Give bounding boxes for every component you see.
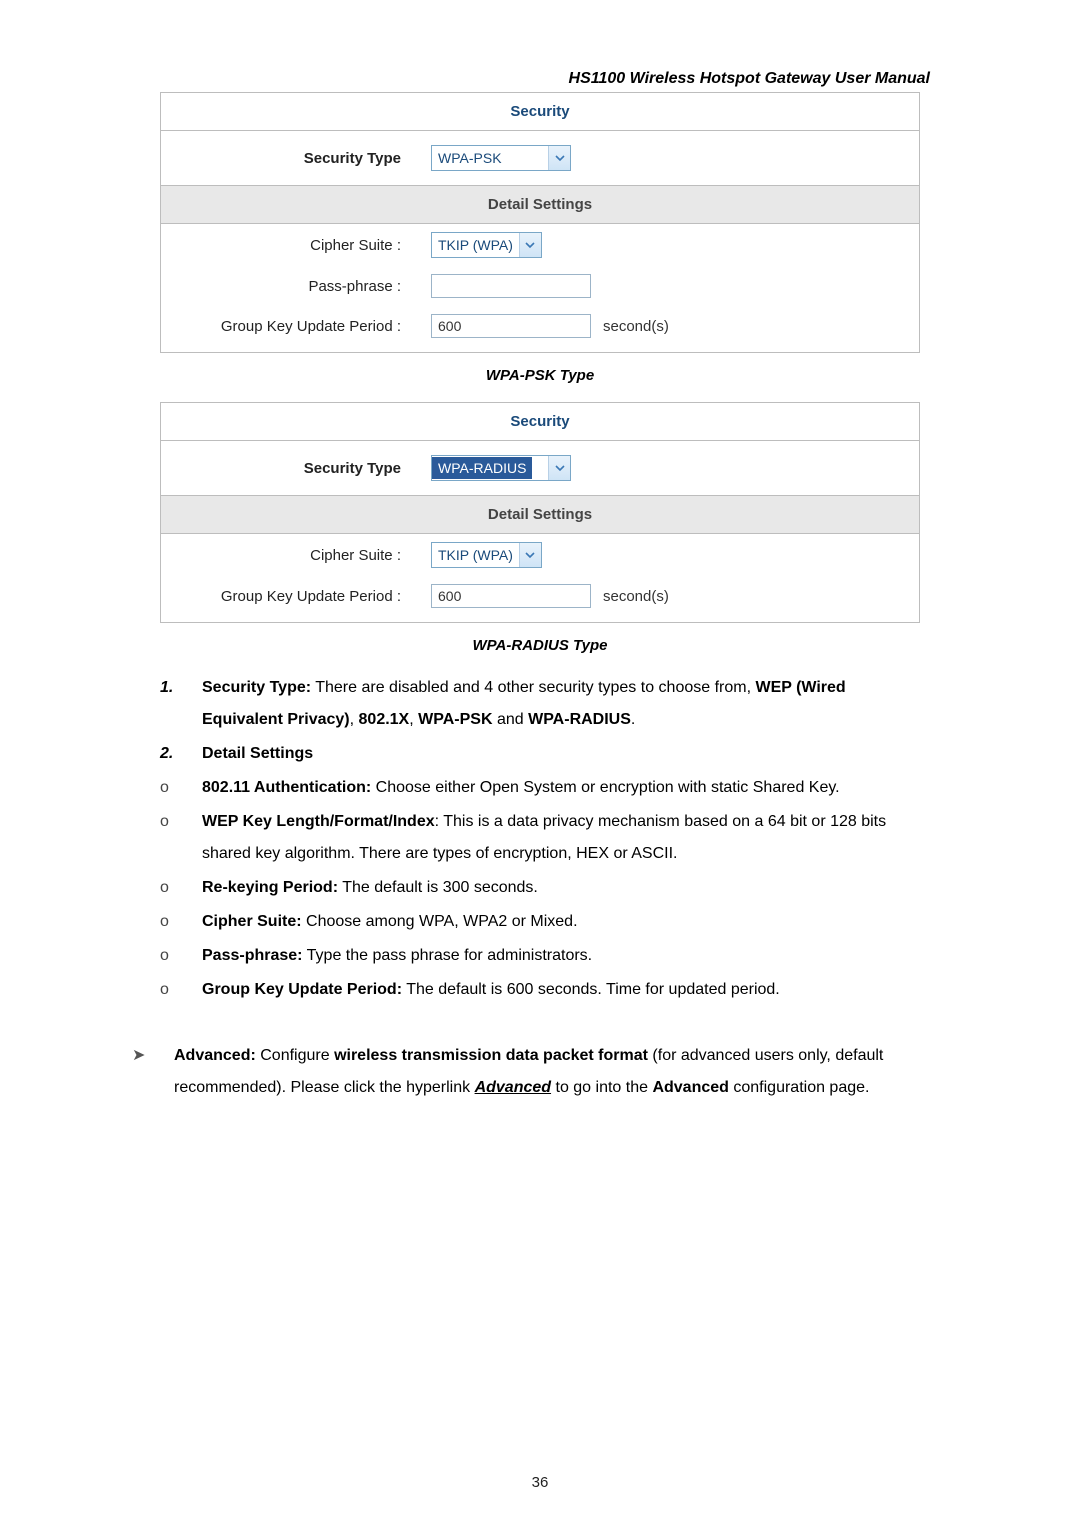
passphrase-row: Pass-phrase : xyxy=(161,266,919,306)
page-number: 36 xyxy=(0,1474,1080,1491)
term: Security Type: xyxy=(202,679,311,696)
term: Re-keying Period: xyxy=(202,879,338,896)
gkup-label: Group Key Update Period : xyxy=(171,588,431,605)
cipher-suite-value: TKIP (WPA) xyxy=(432,237,519,253)
arrow-icon: ➤ xyxy=(132,1040,156,1104)
text: The default is 600 seconds. Time for upd… xyxy=(402,981,780,998)
list-marker: 1. xyxy=(160,672,184,736)
gkup-input[interactable] xyxy=(431,584,591,608)
bullet-marker: o xyxy=(160,872,184,904)
caption-wparadius: WPA-RADIUS Type xyxy=(120,637,960,654)
list-item: o WEP Key Length/Format/Index: This is a… xyxy=(160,806,920,870)
text: Choose either Open System or encryption … xyxy=(371,779,839,796)
text: configuration page. xyxy=(729,1079,870,1096)
security-panel-wpapsk: Security Security Type WPA-PSK Detail Se… xyxy=(160,92,920,353)
list-item: o Pass-phrase: Type the pass phrase for … xyxy=(160,940,920,972)
term: 802.11 Authentication: xyxy=(202,779,371,796)
gkup-label: Group Key Update Period : xyxy=(171,318,431,335)
detail-settings-header: Detail Settings xyxy=(161,186,919,224)
cipher-suite-label: Cipher Suite : xyxy=(171,237,431,254)
text: Type the pass phrase for administrators. xyxy=(303,947,593,964)
cipher-suite-row: Cipher Suite : TKIP (WPA) xyxy=(161,534,919,576)
security-header: Security xyxy=(161,93,919,131)
text: Choose among WPA, WPA2 or Mixed. xyxy=(302,913,578,930)
text: to go into the xyxy=(551,1079,652,1096)
term: Pass-phrase: xyxy=(202,947,303,964)
list-item: 2. Detail Settings xyxy=(160,738,920,770)
passphrase-input[interactable] xyxy=(431,274,591,298)
gkup-row: Group Key Update Period : second(s) xyxy=(161,576,919,622)
term: Advanced xyxy=(652,1079,728,1096)
bullet-marker: o xyxy=(160,906,184,938)
cipher-suite-label: Cipher Suite : xyxy=(171,547,431,564)
security-type-label: Security Type xyxy=(171,150,431,167)
chevron-down-icon[interactable] xyxy=(519,543,541,567)
cipher-suite-value: TKIP (WPA) xyxy=(432,547,519,563)
bullet-marker: o xyxy=(160,940,184,972)
term: Advanced: xyxy=(174,1047,256,1064)
term: Cipher Suite: xyxy=(202,913,302,930)
list-item: o Cipher Suite: Choose among WPA, WPA2 o… xyxy=(160,906,920,938)
gkup-row: Group Key Update Period : second(s) xyxy=(161,306,919,352)
text: The default is 300 seconds. xyxy=(338,879,538,896)
text: Configure xyxy=(256,1047,334,1064)
bullet-marker: o xyxy=(160,772,184,804)
chevron-down-icon[interactable] xyxy=(548,146,570,170)
bullet-marker: o xyxy=(160,806,184,870)
security-type-row: Security Type WPA-PSK xyxy=(161,131,919,186)
chevron-down-icon[interactable] xyxy=(548,456,570,480)
manual-header: HS1100 Wireless Hotspot Gateway User Man… xyxy=(120,70,960,88)
text: and xyxy=(493,711,529,728)
body-text: 1. Security Type: There are disabled and… xyxy=(160,672,920,1104)
gkup-unit: second(s) xyxy=(603,588,669,605)
bullet-marker: o xyxy=(160,974,184,1006)
security-type-value: WPA-RADIUS xyxy=(432,457,532,479)
gkup-unit: second(s) xyxy=(603,318,669,335)
term: wireless transmission data packet format xyxy=(334,1047,648,1064)
list-item-advanced: ➤ Advanced: Configure wireless transmiss… xyxy=(132,1040,920,1104)
security-panel-wparadius: Security Security Type WPA-RADIUS Detail… xyxy=(160,402,920,623)
term: Group Key Update Period: xyxy=(202,981,402,998)
list-item: o Re-keying Period: The default is 300 s… xyxy=(160,872,920,904)
cipher-suite-row: Cipher Suite : TKIP (WPA) xyxy=(161,224,919,266)
passphrase-label: Pass-phrase : xyxy=(171,278,431,295)
gkup-input[interactable] xyxy=(431,314,591,338)
list-item: o 802.11 Authentication: Choose either O… xyxy=(160,772,920,804)
list-item: o Group Key Update Period: The default i… xyxy=(160,974,920,1006)
cipher-suite-select[interactable]: TKIP (WPA) xyxy=(431,542,542,568)
security-header: Security xyxy=(161,403,919,441)
detail-settings-header: Detail Settings xyxy=(161,496,919,534)
term: WPA-PSK xyxy=(418,711,492,728)
text: , xyxy=(350,711,359,728)
advanced-link[interactable]: Advanced xyxy=(475,1079,551,1096)
security-type-value: WPA-PSK xyxy=(432,150,508,166)
term: WPA-RADIUS xyxy=(528,711,631,728)
term: WEP Key Length/Format/Index xyxy=(202,813,435,830)
caption-wpapsk: WPA-PSK Type xyxy=(120,367,960,384)
cipher-suite-select[interactable]: TKIP (WPA) xyxy=(431,232,542,258)
term: 802.1X xyxy=(359,711,410,728)
security-type-select[interactable]: WPA-RADIUS xyxy=(431,455,571,481)
text: , xyxy=(409,711,418,728)
chevron-down-icon[interactable] xyxy=(519,233,541,257)
text: . xyxy=(631,711,635,728)
list-item: 1. Security Type: There are disabled and… xyxy=(160,672,920,736)
security-type-label: Security Type xyxy=(171,460,431,477)
security-type-select[interactable]: WPA-PSK xyxy=(431,145,571,171)
term: Detail Settings xyxy=(202,745,313,762)
security-type-row: Security Type WPA-RADIUS xyxy=(161,441,919,496)
list-marker: 2. xyxy=(160,738,184,770)
text: There are disabled and 4 other security … xyxy=(311,679,755,696)
